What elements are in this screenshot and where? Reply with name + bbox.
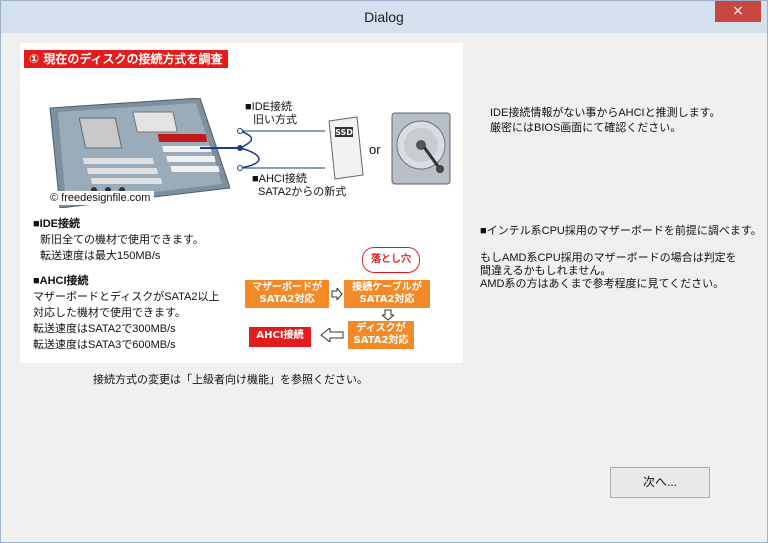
- close-button[interactable]: ×: [715, 1, 761, 22]
- mb-sata2-line2: SATA2対応: [259, 294, 315, 305]
- pitfall-bubble: 落とし穴: [362, 247, 420, 273]
- right-arrow-icon: [331, 288, 343, 300]
- right-info-line: 厳密にはBIOS画面にて確認ください。: [490, 122, 682, 134]
- ahci-label-line2: SATA2からの新式: [258, 186, 347, 198]
- advanced-settings-note: 接続方式の変更は「上級者向け機能」を参照ください。: [93, 374, 368, 386]
- ahci-result-box: AHCI接続: [249, 327, 311, 347]
- right-info-line: ■インテル系CPU採用のマザーボードを前提に調べます。: [480, 225, 762, 237]
- cable-sata2-box: 接続ケーブルが SATA2対応: [344, 280, 430, 308]
- ahci-desc-line: 対応した機材で使用できます。: [33, 307, 186, 319]
- ide-label-line1: ■IDE接続: [245, 101, 292, 113]
- dialog-content: ① 現在のディスクの接続方式を調査 © freedesignfile.com ■…: [7, 33, 762, 536]
- ahci-desc-line: 転送速度はSATA2で300MB/s: [33, 323, 176, 335]
- disk-sata2-line2: SATA2対応: [353, 335, 409, 346]
- right-info-line: AMD系の方はあくまで参考程度に見てください。: [480, 278, 725, 290]
- ide-label-line2: 旧い方式: [253, 114, 297, 126]
- cable-sata2-line1: 接続ケーブルが: [352, 282, 422, 293]
- mb-sata2-line1: マザーボードが: [252, 282, 322, 293]
- disk-sata2-line1: ディスクが: [356, 323, 406, 334]
- connection-diagram-image: ① 現在のディスクの接続方式を調査 © freedesignfile.com ■…: [20, 43, 463, 363]
- next-button[interactable]: 次へ...: [610, 467, 710, 498]
- or-label: or: [369, 142, 381, 157]
- ide-connection-label: ■IDE接続 旧い方式: [245, 101, 297, 127]
- ssd-text: SSD: [335, 128, 353, 137]
- close-icon: ×: [732, 3, 744, 19]
- hdd-icon: [391, 112, 451, 185]
- ide-desc-line: 転送速度は最大150MB/s: [40, 250, 161, 262]
- disk-sata2-box: ディスクが SATA2対応: [348, 321, 414, 349]
- cable-sata2-line2: SATA2対応: [359, 294, 415, 305]
- ssd-icon: SSD: [328, 116, 364, 180]
- mb-sata2-box: マザーボードが SATA2対応: [245, 280, 329, 308]
- ide-desc-line: 新旧全ての機材で使用できます。: [40, 234, 204, 246]
- right-info-line: IDE接続情報がない事からAHCIと推測します。: [490, 107, 721, 119]
- ahci-desc-line: 転送速度はSATA3で600MB/s: [33, 339, 176, 351]
- diagram-heading: ① 現在のディスクの接続方式を調査: [24, 50, 228, 68]
- title-bar: Dialog ×: [1, 1, 767, 33]
- window-title: Dialog: [364, 9, 404, 25]
- dialog-window: Dialog × ① 現在のディスクの接続方式を調査 © freedesignf…: [0, 0, 768, 543]
- ide-desc-title: ■IDE接続: [33, 218, 80, 230]
- ahci-desc-line: マザーボードとディスクがSATA2以上: [33, 291, 220, 303]
- down-arrow-icon: [382, 309, 394, 321]
- left-arrow-icon: [320, 328, 344, 342]
- copyright-label: © freedesignfile.com: [46, 191, 155, 205]
- ahci-desc-title: ■AHCI接続: [33, 275, 89, 287]
